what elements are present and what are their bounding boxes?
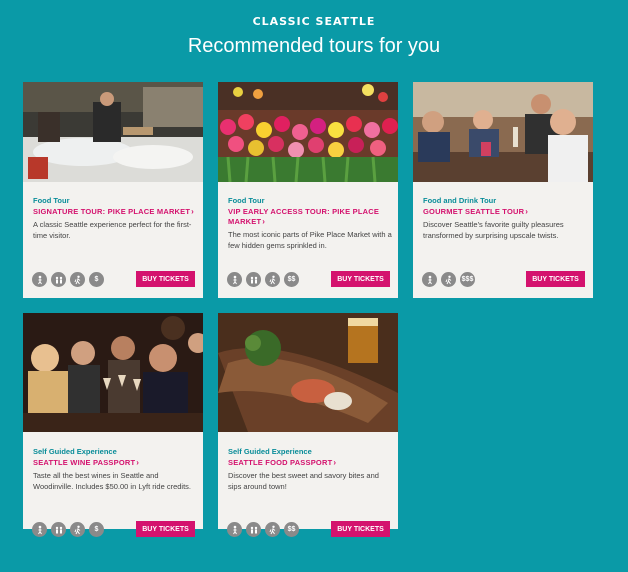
tour-category: Food Tour xyxy=(33,196,70,205)
tour-photo-food-plate xyxy=(218,313,398,432)
walking-icon xyxy=(227,272,242,287)
chevron-right-icon: › xyxy=(262,217,266,226)
chevron-right-icon: › xyxy=(136,458,140,467)
group-icon xyxy=(246,272,261,287)
tour-card[interactable]: Food Tour VIP EARLY ACCESS TOUR: PIKE PL… xyxy=(218,82,398,298)
hiker-icon xyxy=(265,522,280,537)
buy-tickets-button[interactable]: BUY TICKETS xyxy=(526,271,585,287)
tour-card[interactable]: Self Guided Experience SEATTLE WINE PASS… xyxy=(23,313,203,537)
tour-card[interactable]: Self Guided Experience SEATTLE FOOD PASS… xyxy=(218,313,398,537)
hiker-icon xyxy=(70,522,85,537)
tour-title-link[interactable]: VIP EARLY ACCESS TOUR: PIKE PLACE MARKET… xyxy=(228,207,393,227)
walking-icon xyxy=(32,522,47,537)
tour-category: Self Guided Experience xyxy=(228,447,312,456)
tour-photo-tulips xyxy=(218,82,398,182)
tour-category: Food Tour xyxy=(228,196,265,205)
walking-icon xyxy=(227,522,242,537)
tour-title-link[interactable]: SEATTLE FOOD PASSPORT› xyxy=(228,458,393,468)
tour-category: Self Guided Experience xyxy=(33,447,117,456)
hiker-icon xyxy=(70,272,85,287)
dollar-icon: $ xyxy=(89,272,104,287)
tour-photo-restaurant-group xyxy=(413,82,593,182)
chevron-right-icon: › xyxy=(191,207,195,216)
tour-card[interactable]: Food Tour SIGNATURE TOUR: PIKE PLACE MAR… xyxy=(23,82,203,298)
tour-description: Discover the best sweet and savory bites… xyxy=(228,471,379,491)
chevron-right-icon: › xyxy=(333,458,337,467)
tour-description: The most iconic parts of Pike Place Mark… xyxy=(228,230,392,250)
chevron-right-icon: › xyxy=(525,207,529,216)
dollar-icon: $$ xyxy=(284,522,299,537)
tour-description: Taste all the best wines in Seattle and … xyxy=(33,471,192,491)
hiker-icon xyxy=(265,272,280,287)
tour-description: A classic Seattle experience perfect for… xyxy=(33,220,192,240)
tour-card[interactable]: Food and Drink Tour GOURMET SEATTLE TOUR… xyxy=(413,82,593,298)
buy-tickets-button[interactable]: BUY TICKETS xyxy=(136,521,195,537)
group-icon xyxy=(246,522,261,537)
tour-category: Food and Drink Tour xyxy=(423,196,497,205)
buy-tickets-button[interactable]: BUY TICKETS xyxy=(331,521,390,537)
buy-tickets-button[interactable]: BUY TICKETS xyxy=(331,271,390,287)
section-eyebrow: CLASSIC SEATTLE xyxy=(252,15,376,28)
tour-title-link[interactable]: GOURMET SEATTLE TOUR› xyxy=(423,207,588,217)
group-icon xyxy=(51,272,66,287)
hiker-icon xyxy=(441,272,456,287)
walking-icon xyxy=(422,272,437,287)
walking-icon xyxy=(32,272,47,287)
tour-photo-fish-market xyxy=(23,82,203,182)
dollar-icon: $ xyxy=(89,522,104,537)
dollar-icon: $$ xyxy=(284,272,299,287)
page-title: Recommended tours for you xyxy=(187,35,441,57)
tour-photo-wine-toast xyxy=(23,313,203,432)
tour-description: Discover Seattle's favorite guilty pleas… xyxy=(423,220,564,240)
group-icon xyxy=(51,522,66,537)
tour-title-link[interactable]: SIGNATURE TOUR: PIKE PLACE MARKET› xyxy=(33,207,198,217)
buy-tickets-button[interactable]: BUY TICKETS xyxy=(136,271,195,287)
dollar-icon: $$$ xyxy=(460,272,475,287)
tour-title-link[interactable]: SEATTLE WINE PASSPORT› xyxy=(33,458,198,468)
